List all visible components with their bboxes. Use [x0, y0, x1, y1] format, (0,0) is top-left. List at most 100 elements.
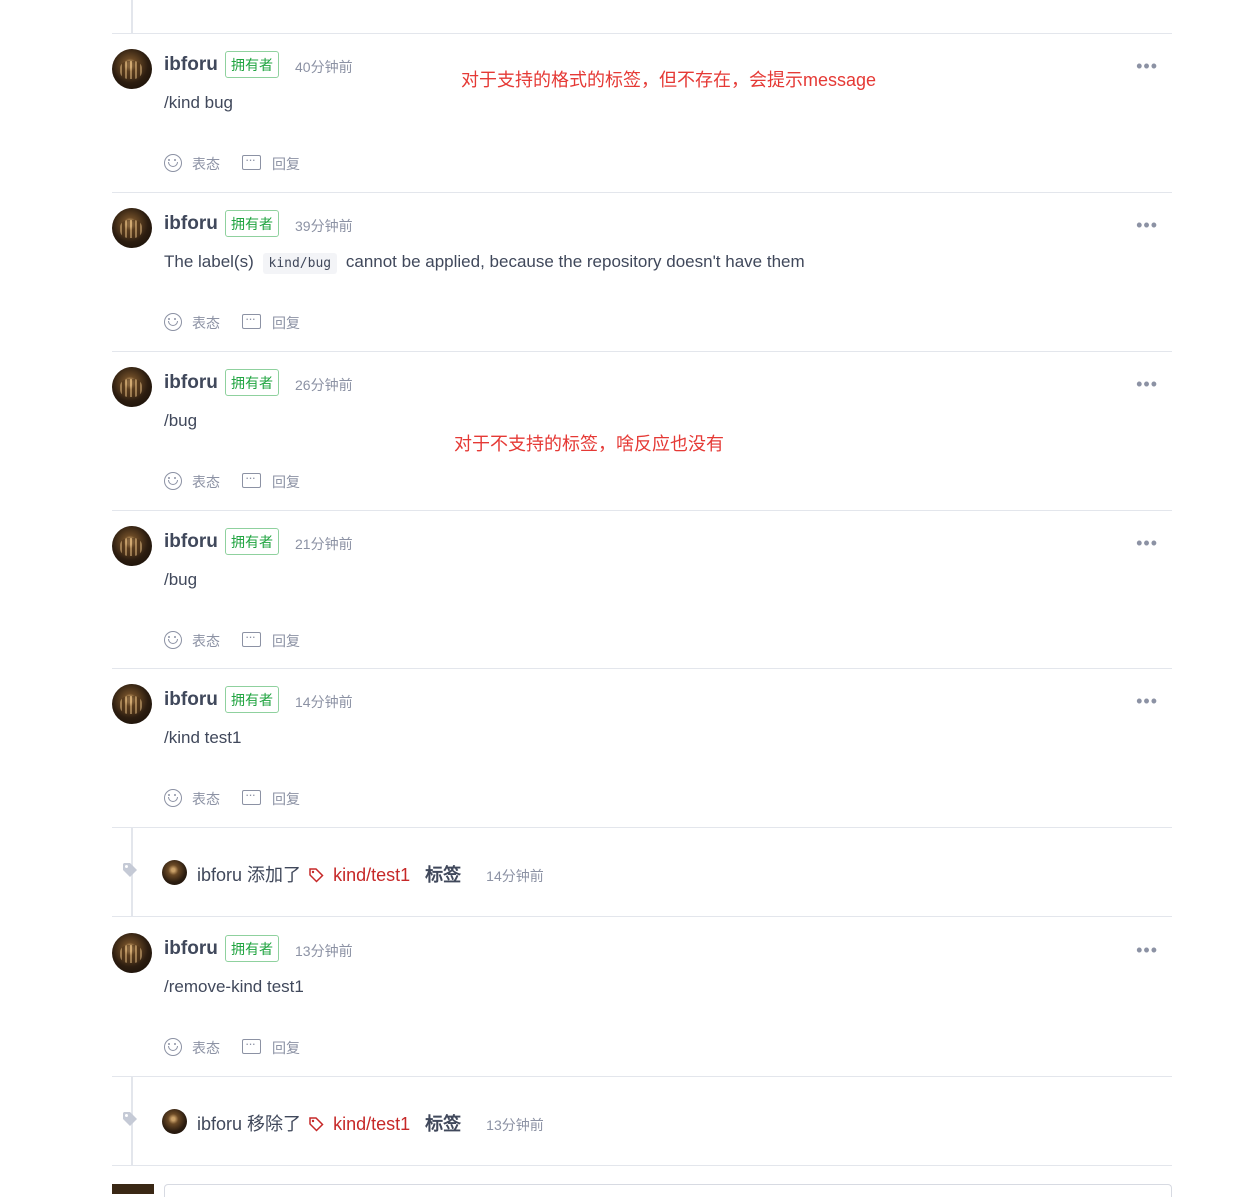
- owner-badge: 拥有者: [225, 51, 279, 78]
- comment-time[interactable]: 21分钟前: [295, 534, 353, 554]
- react-label: 表态: [192, 1040, 220, 1056]
- owner-badge: 拥有者: [225, 528, 279, 555]
- comment-body: /kind bug: [164, 93, 233, 112]
- react-button[interactable]: 表态: [164, 154, 224, 174]
- emoji-icon: [164, 1038, 182, 1056]
- comment-time[interactable]: 26分钟前: [295, 375, 353, 395]
- react-button[interactable]: 表态: [164, 789, 224, 809]
- comment: ibforu 拥有者 14分钟前 ••• /kind test1 表态 回复: [112, 669, 1172, 827]
- emoji-icon: [164, 313, 182, 331]
- owner-badge: 拥有者: [225, 210, 279, 237]
- avatar[interactable]: [112, 49, 152, 89]
- reply-label: 回复: [272, 156, 300, 172]
- reply-label: 回复: [272, 633, 300, 649]
- comment: ibforu 拥有者 40分钟前 ••• /kind bug 表态 回复: [112, 34, 1172, 192]
- label-suffix: 标签: [425, 865, 462, 885]
- owner-badge: 拥有者: [225, 686, 279, 713]
- event-time[interactable]: 13分钟前: [486, 1117, 544, 1133]
- react-label: 表态: [192, 791, 220, 807]
- event-description: ibforu 移除了 kind/test1 标签 13分钟前: [197, 1110, 544, 1136]
- avatar[interactable]: [162, 860, 187, 885]
- reply-button[interactable]: 回复: [242, 309, 304, 333]
- tag-icon: [123, 1112, 137, 1126]
- label-suffix: 标签: [425, 1114, 462, 1134]
- label-link[interactable]: kind/test1: [333, 865, 410, 885]
- react-label: 表态: [192, 156, 220, 172]
- reply-label: 回复: [272, 1040, 300, 1056]
- react-button[interactable]: 表态: [164, 631, 224, 651]
- comment-text-before: The label(s): [164, 252, 254, 271]
- reply-icon: [242, 785, 261, 805]
- event-action: 移除了: [247, 1114, 302, 1134]
- reply-button[interactable]: 回复: [242, 150, 304, 174]
- event-time[interactable]: 14分钟前: [486, 868, 544, 884]
- reply-button[interactable]: 回复: [242, 468, 304, 492]
- comment-author[interactable]: ibforu: [164, 689, 218, 711]
- annotation-note: 对于不支持的标签，啥反应也没有: [454, 434, 724, 454]
- reply-label: 回复: [272, 315, 300, 331]
- comment-body: The label(s) kind/bug cannot be applied,…: [164, 252, 805, 274]
- react-button[interactable]: 表态: [164, 472, 224, 492]
- event-actor[interactable]: ibforu: [197, 1114, 242, 1134]
- avatar[interactable]: [112, 1184, 154, 1194]
- comment-time[interactable]: 40分钟前: [295, 57, 353, 77]
- event-actor[interactable]: ibforu: [197, 865, 242, 885]
- annotation-note: 对于支持的格式的标签，但不存在，会提示message: [461, 70, 877, 90]
- reply-label: 回复: [272, 474, 300, 490]
- avatar[interactable]: [162, 1109, 187, 1134]
- react-label: 表态: [192, 633, 220, 649]
- comment-body: /remove-kind test1: [164, 977, 304, 996]
- emoji-icon: [164, 631, 182, 649]
- more-options-icon[interactable]: •••: [1136, 56, 1158, 77]
- avatar[interactable]: [112, 208, 152, 248]
- more-options-icon[interactable]: •••: [1136, 940, 1158, 961]
- separator: [112, 916, 1172, 917]
- more-options-icon[interactable]: •••: [1136, 374, 1158, 395]
- comment-author[interactable]: ibforu: [164, 938, 218, 960]
- comment-body: /kind test1: [164, 728, 242, 747]
- reply-icon: [242, 627, 261, 647]
- comment: ibforu 拥有者 21分钟前 ••• /bug 表态 回复: [112, 511, 1172, 669]
- label-event: ibforu 添加了 kind/test1 标签 14分钟前: [112, 828, 1172, 916]
- label-link[interactable]: kind/test1: [333, 1114, 410, 1134]
- comment-time[interactable]: 39分钟前: [295, 216, 353, 236]
- emoji-icon: [164, 154, 182, 172]
- comment-body: /bug: [164, 411, 198, 430]
- avatar[interactable]: [112, 684, 152, 724]
- label-tag-icon: [309, 868, 324, 883]
- comment-time[interactable]: 14分钟前: [295, 692, 353, 712]
- comment-author[interactable]: ibforu: [164, 213, 218, 235]
- more-options-icon[interactable]: •••: [1136, 691, 1158, 712]
- react-label: 表态: [192, 474, 220, 490]
- comment-time[interactable]: 13分钟前: [295, 941, 353, 961]
- comment-author[interactable]: ibforu: [164, 54, 218, 76]
- reply-button[interactable]: 回复: [242, 785, 304, 809]
- reply-button[interactable]: 回复: [242, 627, 304, 651]
- avatar[interactable]: [112, 367, 152, 407]
- react-button[interactable]: 表态: [164, 1038, 224, 1058]
- comment: ibforu 拥有者 39分钟前 ••• The label(s) kind/b…: [112, 193, 1172, 351]
- more-options-icon[interactable]: •••: [1136, 533, 1158, 554]
- reply-button[interactable]: 回复: [242, 1034, 304, 1058]
- owner-badge: 拥有者: [225, 369, 279, 396]
- reply-label: 回复: [272, 791, 300, 807]
- comment-body: /bug: [164, 570, 198, 589]
- event-description: ibforu 添加了 kind/test1 标签 14分钟前: [197, 861, 544, 887]
- tag-icon: [123, 863, 137, 877]
- comment: ibforu 拥有者 13分钟前 ••• /remove-kind test1 …: [112, 918, 1172, 1076]
- comment-author[interactable]: ibforu: [164, 372, 218, 394]
- reply-icon: [242, 468, 261, 488]
- avatar[interactable]: [112, 526, 152, 566]
- timeline-line-top: [131, 0, 133, 33]
- react-button[interactable]: 表态: [164, 313, 224, 333]
- comment-author[interactable]: ibforu: [164, 531, 218, 553]
- reply-icon: [242, 150, 261, 170]
- owner-badge: 拥有者: [225, 935, 279, 962]
- avatar[interactable]: [112, 933, 152, 973]
- more-options-icon[interactable]: •••: [1136, 215, 1158, 236]
- separator: [112, 1165, 1172, 1166]
- emoji-icon: [164, 789, 182, 807]
- emoji-icon: [164, 472, 182, 490]
- inline-code: kind/bug: [262, 253, 338, 274]
- event-action: 添加了: [247, 865, 302, 885]
